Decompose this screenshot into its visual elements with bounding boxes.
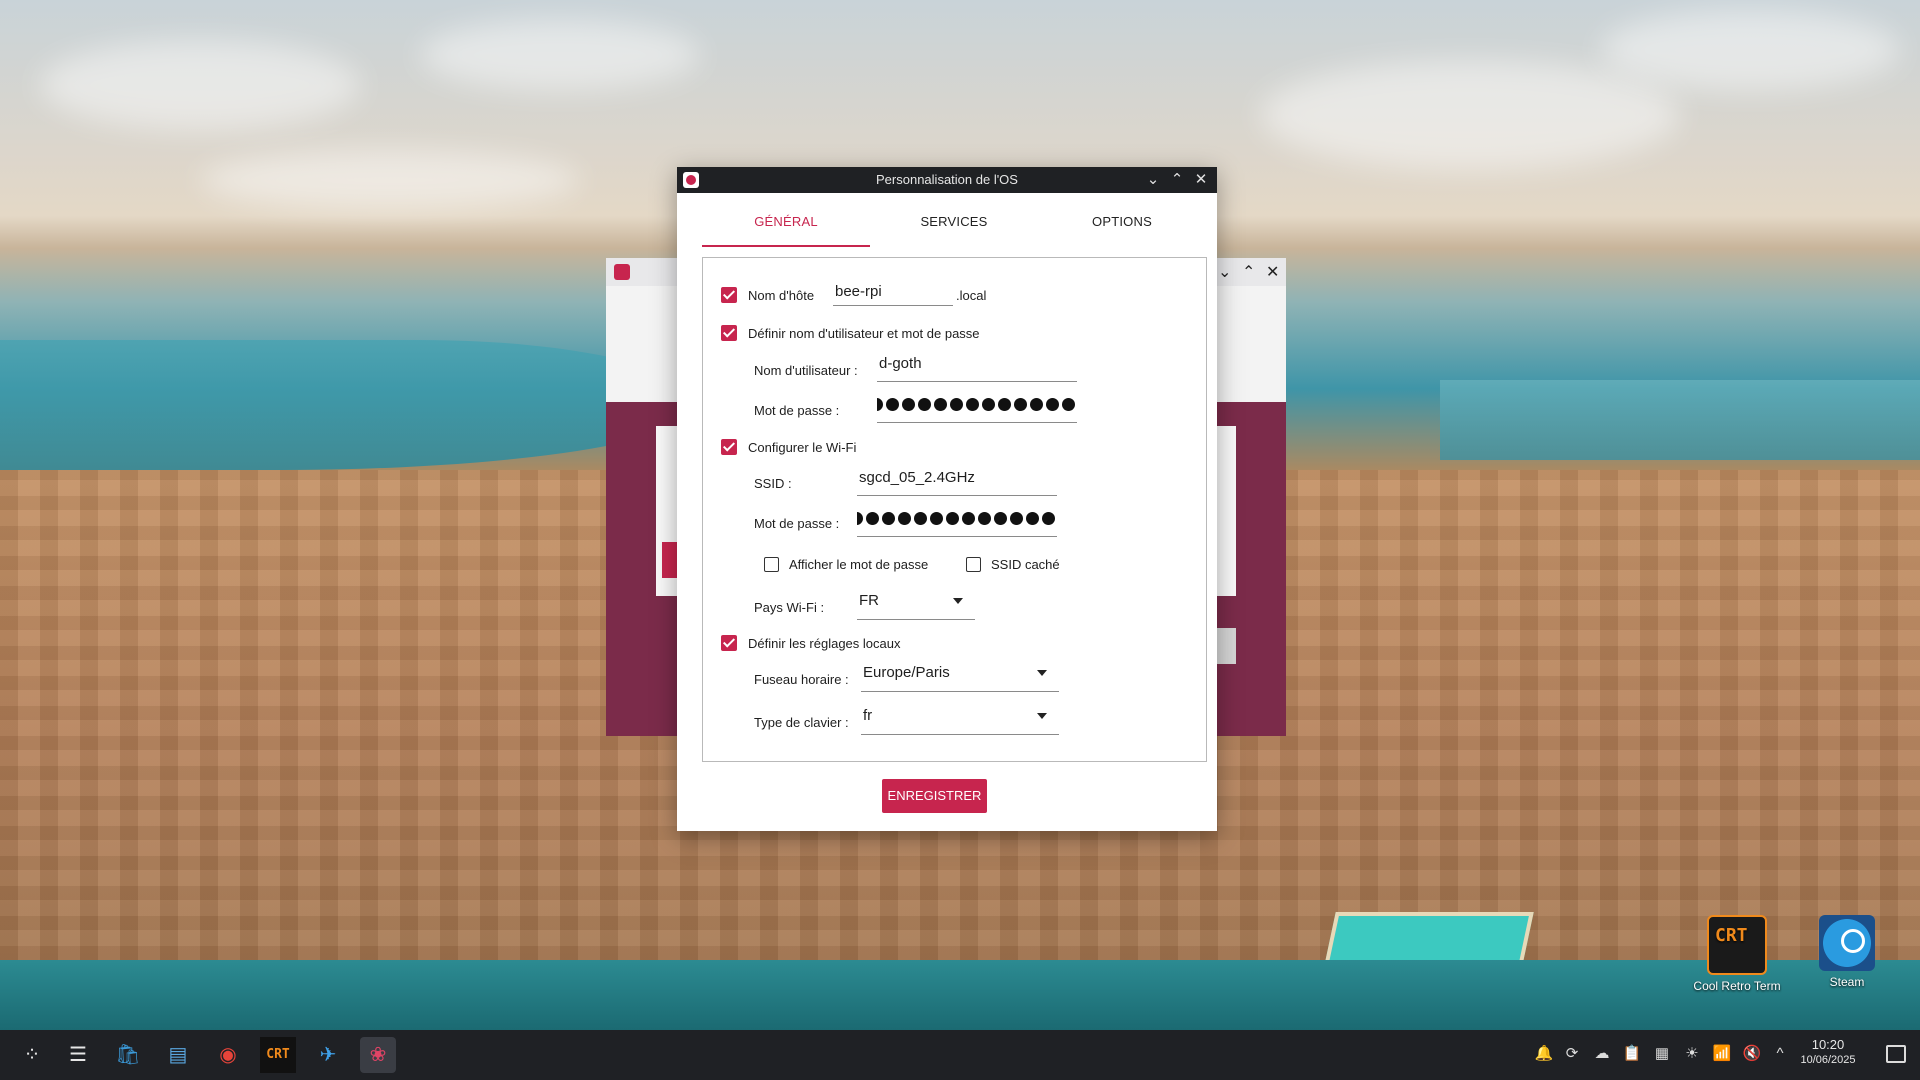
- taskbar: ⁘ ☰ 🛍 ▤ ◉ CRT ✈ ❀ 🔔 ⟳ ☁ 📋 ▦ ☀ 📶 🔇 ^ 10:2…: [0, 1030, 1920, 1080]
- desktop-icon-label: Cool Retro Term: [1693, 979, 1781, 993]
- wifi-icon[interactable]: 📶: [1712, 1044, 1732, 1064]
- keyboard-value: fr: [863, 707, 873, 724]
- wifi-label: Configurer le Wi-Fi: [748, 440, 857, 455]
- close-icon[interactable]: ✕: [1266, 262, 1279, 282]
- set-user-label: Définir nom d'utilisateur et mot de pass…: [748, 326, 980, 341]
- browser-button[interactable]: ✈: [310, 1037, 346, 1073]
- keyboard-label: Type de clavier :: [754, 715, 849, 730]
- chevron-up-icon[interactable]: ^: [1770, 1044, 1790, 1064]
- bell-icon[interactable]: 🔔: [1534, 1044, 1554, 1064]
- file-manager-button[interactable]: ▤: [160, 1037, 196, 1073]
- minimize-icon[interactable]: ⌄: [1143, 169, 1163, 191]
- desktop-icon-cool-retro-term[interactable]: CRT Cool Retro Term: [1692, 915, 1782, 993]
- brightness-icon[interactable]: ☀: [1682, 1044, 1702, 1064]
- keyboard-select[interactable]: fr: [861, 703, 1059, 735]
- dialog-title: Personnalisation de l'OS: [876, 172, 1018, 187]
- cloud-icon[interactable]: ☁: [1592, 1044, 1612, 1064]
- desktop-icon-steam[interactable]: Steam: [1802, 915, 1892, 989]
- hostname-label: Nom d'hôte: [748, 288, 815, 303]
- hostname-checkbox[interactable]: [721, 287, 737, 303]
- app-launcher-icon: ⁘: [23, 1044, 41, 1066]
- save-button[interactable]: ENREGISTRER: [882, 779, 987, 813]
- chevron-down-icon: [953, 598, 963, 604]
- user-password-label: Mot de passe :: [754, 403, 840, 418]
- hostname-input[interactable]: bee-rpi: [833, 280, 953, 306]
- settings-button[interactable]: ☰: [60, 1037, 96, 1073]
- tab-bar: GÉNÉRAL SERVICES OPTIONS: [702, 205, 1207, 247]
- software-store-button[interactable]: 🛍: [110, 1037, 146, 1073]
- show-password-checkbox[interactable]: [764, 557, 779, 572]
- wifi-country-select[interactable]: FR: [857, 588, 975, 620]
- cool-retro-term-button[interactable]: CRT: [260, 1037, 296, 1073]
- cool-retro-term-icon: CRT: [1707, 915, 1767, 975]
- dialog-titlebar: Personnalisation de l'OS ⌄ ⌃ ✕: [677, 167, 1217, 193]
- username-input[interactable]: d-goth: [877, 351, 1077, 382]
- clipboard-icon[interactable]: 📋: [1622, 1044, 1642, 1064]
- software-store-icon: 🛍: [115, 1044, 141, 1066]
- clock[interactable]: 10:20 10/06/2025: [1788, 1037, 1868, 1066]
- wifi-country-label: Pays Wi-Fi :: [754, 600, 825, 615]
- background-window-button-secondary[interactable]: [1216, 628, 1236, 664]
- timezone-value: Europe/Paris: [863, 664, 950, 681]
- minimize-icon[interactable]: ⌄: [1218, 262, 1231, 282]
- os-customisation-dialog: Personnalisation de l'OS ⌄ ⌃ ✕ GÉNÉRAL S…: [677, 167, 1217, 831]
- hidden-ssid-label: SSID caché: [991, 557, 1060, 572]
- raspberry-logo-icon: [614, 264, 630, 280]
- user-password-input[interactable]: [877, 390, 1077, 423]
- tab-options[interactable]: OPTIONS: [1038, 205, 1206, 245]
- raspberry-pi-imager-icon: ❀: [369, 1044, 387, 1066]
- volume-muted-icon[interactable]: 🔇: [1742, 1044, 1762, 1064]
- chevron-down-icon: [1037, 713, 1047, 719]
- chrome-icon: ◉: [219, 1044, 237, 1066]
- hostname-suffix: .local: [956, 288, 987, 303]
- set-user-checkbox[interactable]: [721, 325, 737, 341]
- cool-retro-term-icon: CRT: [260, 1037, 296, 1073]
- browser-icon: ✈: [319, 1044, 337, 1066]
- ssid-label: SSID :: [754, 476, 792, 491]
- settings-sliders-icon: ☰: [69, 1044, 87, 1066]
- timezone-select[interactable]: Europe/Paris: [861, 660, 1059, 692]
- chevron-down-icon: [1037, 670, 1047, 676]
- chrome-button[interactable]: ◉: [210, 1037, 246, 1073]
- show-password-label: Afficher le mot de passe: [789, 557, 929, 572]
- storage-icon[interactable]: ▦: [1652, 1044, 1672, 1064]
- steam-icon: [1819, 915, 1875, 971]
- ssid-input[interactable]: sgcd_05_2.4GHz: [857, 465, 1057, 496]
- locale-label: Définir les réglages locaux: [748, 636, 901, 651]
- hidden-ssid-checkbox[interactable]: [966, 557, 981, 572]
- tab-general[interactable]: GÉNÉRAL: [702, 205, 870, 247]
- maximize-icon[interactable]: ⌃: [1242, 262, 1255, 282]
- general-settings-panel: Nom d'hôte bee-rpi .local Définir nom d'…: [702, 257, 1207, 762]
- tab-services[interactable]: SERVICES: [870, 205, 1038, 245]
- timezone-label: Fuseau horaire :: [754, 672, 849, 687]
- wifi-checkbox[interactable]: [721, 439, 737, 455]
- desktop-icon-label: Steam: [1829, 975, 1865, 989]
- clock-date: 10/06/2025: [1800, 1054, 1856, 1066]
- username-label: Nom d'utilisateur :: [754, 363, 858, 378]
- raspberry-pi-imager-button[interactable]: ❀: [360, 1037, 396, 1073]
- app-launcher-button[interactable]: ⁘: [14, 1037, 50, 1073]
- wifi-country-value: FR: [859, 592, 879, 609]
- show-desktop-icon[interactable]: [1886, 1045, 1906, 1063]
- close-icon[interactable]: ✕: [1191, 169, 1211, 191]
- locale-checkbox[interactable]: [721, 635, 737, 651]
- wifi-password-label: Mot de passe :: [754, 516, 840, 531]
- maximize-icon[interactable]: ⌃: [1167, 169, 1187, 191]
- wifi-password-input[interactable]: [857, 504, 1057, 537]
- file-manager-icon: ▤: [168, 1044, 188, 1066]
- sync-icon[interactable]: ⟳: [1562, 1044, 1582, 1064]
- clock-time: 10:20: [1811, 1037, 1845, 1052]
